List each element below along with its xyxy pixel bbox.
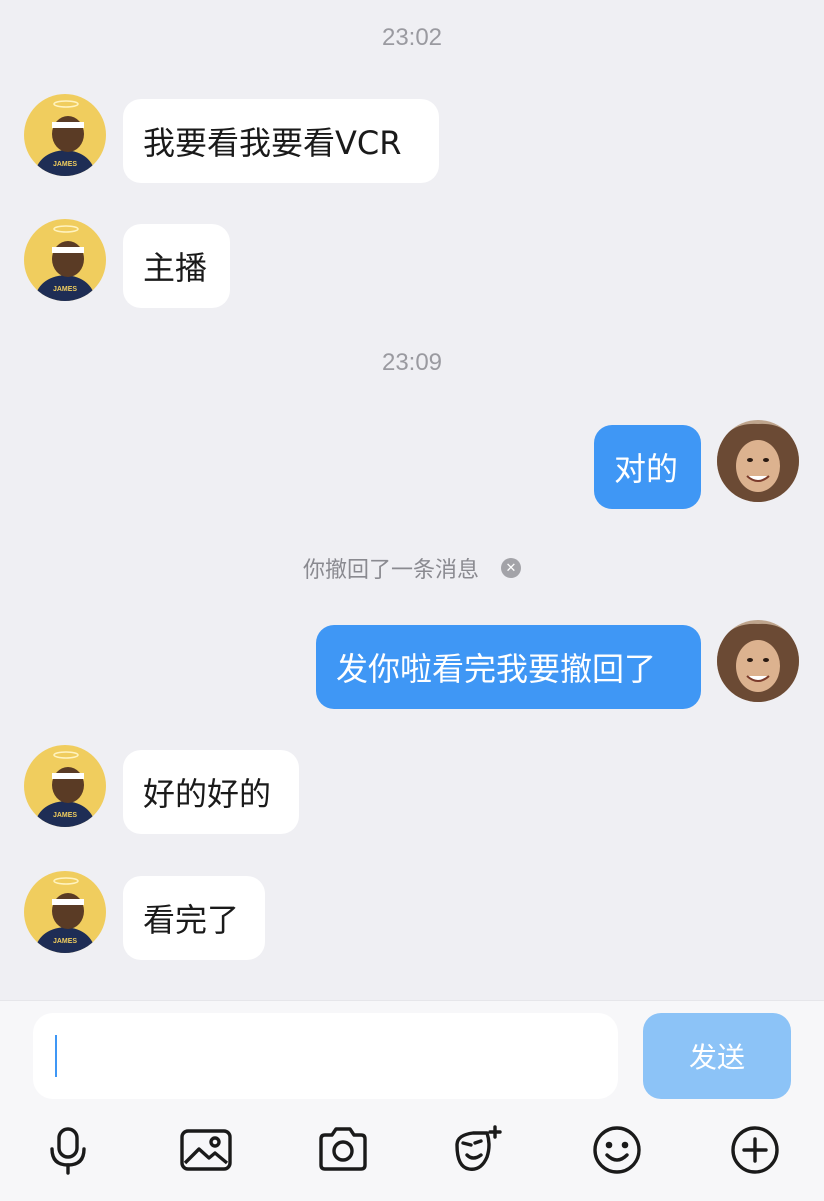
contact-avatar[interactable]: JAMES — [24, 219, 106, 301]
chat-area[interactable]: 23:02 JAMES 我要看我要看VCR JAMES 主播 23:09 对的 — [0, 0, 824, 1000]
user-avatar[interactable] — [717, 620, 799, 702]
microphone-icon[interactable] — [41, 1123, 95, 1177]
input-bar: 发送 — [0, 1000, 824, 1201]
text-caret — [55, 1035, 57, 1077]
message-bubble[interactable]: 对的 — [594, 425, 701, 509]
recall-notice: 你撤回了一条消息 ✕ — [0, 552, 824, 584]
close-icon[interactable]: ✕ — [501, 558, 521, 578]
svg-text:JAMES: JAMES — [53, 812, 77, 819]
message-input[interactable] — [33, 1013, 618, 1099]
timestamp: 23:02 — [381, 24, 443, 51]
contact-avatar[interactable]: JAMES — [24, 745, 106, 827]
message-bubble[interactable]: 好的好的 — [123, 750, 299, 834]
message-bubble[interactable]: 看完了 — [123, 876, 265, 960]
recall-notice-text: 你撤回了一条消息 — [302, 558, 479, 583]
message-bubble[interactable]: 发你啦看完我要撤回了 — [316, 625, 701, 709]
message-bubble[interactable]: 主播 — [123, 224, 230, 308]
timestamp: 23:09 — [381, 349, 443, 376]
plus-icon[interactable] — [728, 1123, 782, 1177]
contact-avatar[interactable]: JAMES — [24, 871, 106, 953]
sticker-icon[interactable] — [451, 1123, 505, 1177]
contact-avatar[interactable]: JAMES — [24, 94, 106, 176]
svg-text:JAMES: JAMES — [53, 161, 77, 168]
svg-text:JAMES: JAMES — [53, 286, 77, 293]
svg-text:JAMES: JAMES — [53, 938, 77, 945]
send-button[interactable]: 发送 — [643, 1013, 791, 1099]
emoji-icon[interactable] — [590, 1123, 644, 1177]
message-bubble[interactable]: 我要看我要看VCR — [123, 99, 439, 183]
image-icon[interactable] — [179, 1123, 233, 1177]
camera-icon[interactable] — [316, 1123, 370, 1177]
user-avatar[interactable] — [717, 420, 799, 502]
